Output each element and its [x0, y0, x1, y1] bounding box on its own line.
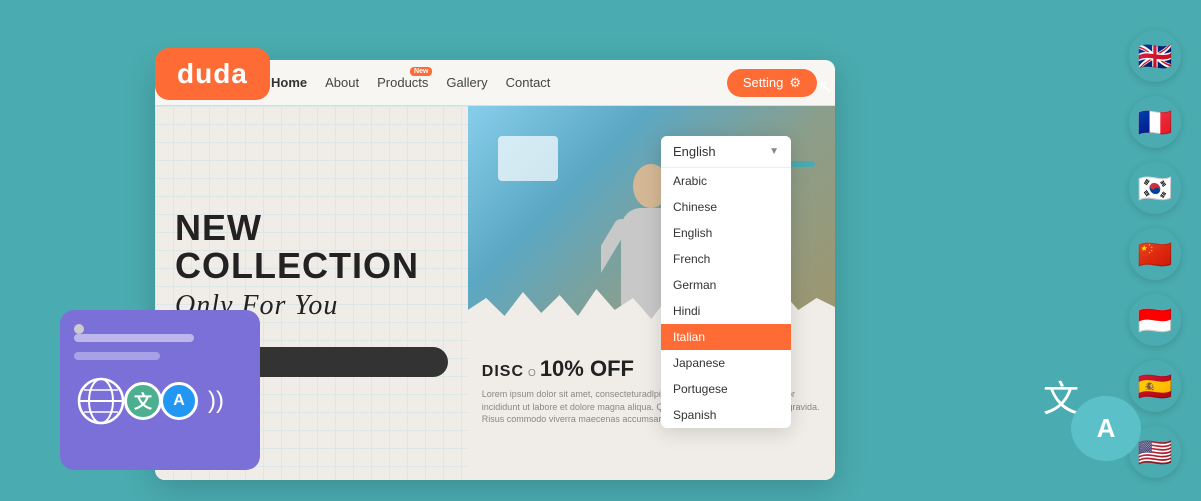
translate-icon-wrap: 文 A	[1011, 351, 1111, 441]
discount-percent: 10% OFF	[540, 356, 634, 382]
setting-button[interactable]: Setting ⚙ ↖	[727, 69, 817, 97]
nav-products-wrap[interactable]: Products New	[377, 75, 428, 90]
nav-products-badge: New	[410, 67, 432, 76]
widget-bar2	[74, 352, 160, 360]
dropdown-item-arabic[interactable]: Arabic	[661, 168, 791, 194]
globe-icon	[74, 374, 128, 428]
translate-a-icon: A	[1097, 413, 1116, 444]
uk-flag[interactable]: 🇬🇧	[1129, 30, 1181, 82]
duda-logo: duda	[155, 48, 270, 100]
nav-gallery[interactable]: Gallery	[446, 75, 487, 90]
nav-products[interactable]: Products	[377, 75, 428, 90]
cursor-icon: ↖	[818, 77, 833, 98]
dropdown-item-english[interactable]: English	[661, 220, 791, 246]
headline: NEW COLLECTION Only For You	[175, 209, 448, 322]
nav-contact[interactable]: Contact	[506, 75, 551, 90]
korea-flag[interactable]: 🇰🇷	[1129, 162, 1181, 214]
dropdown-item-french[interactable]: French	[661, 246, 791, 272]
nav-links: Home About Products New Gallery Contact	[271, 75, 550, 90]
translate-badge-blue: A	[160, 382, 198, 420]
dropdown-header[interactable]: English ▼	[661, 136, 791, 168]
gear-icon: ⚙	[789, 75, 801, 91]
setting-button-label: Setting	[743, 75, 783, 90]
widget-icons: 文 A ))	[74, 374, 246, 428]
left-widget: 文 A ))	[60, 310, 260, 470]
logo-text: duda	[177, 58, 248, 89]
photo-white-square	[498, 136, 558, 181]
widget-bar1	[74, 334, 194, 342]
flags-column: 🇬🇧 🇫🇷 🇰🇷 🇨🇳 🇮🇩 🇪🇸 🇺🇸	[1129, 30, 1181, 478]
translate-badge-green: 文	[124, 382, 162, 420]
dropdown-item-hindi[interactable]: Hindi	[661, 298, 791, 324]
translate-bubble-small: A	[1071, 396, 1141, 461]
sound-wave-icon: ))	[208, 387, 224, 415]
dropdown-item-portugese[interactable]: Portugese	[661, 376, 791, 402]
dropdown-item-spanish[interactable]: Spanish	[661, 402, 791, 428]
widget-dot	[74, 324, 84, 334]
dropdown-item-japanese[interactable]: Japanese	[661, 350, 791, 376]
dropdown-selected-label: English	[673, 144, 716, 159]
china-flag[interactable]: 🇨🇳	[1129, 228, 1181, 280]
dropdown-item-german[interactable]: German	[661, 272, 791, 298]
discount-title: DISC	[482, 363, 524, 381]
dropdown-item-italian[interactable]: Italian	[661, 324, 791, 350]
france-flag[interactable]: 🇫🇷	[1129, 96, 1181, 148]
headline-line2: COLLECTION	[175, 247, 448, 285]
dropdown-item-chinese[interactable]: Chinese	[661, 194, 791, 220]
headline-line1: NEW	[175, 209, 448, 247]
indonesia-flag[interactable]: 🇮🇩	[1129, 294, 1181, 346]
translate-bubble-main: 文 A	[1011, 351, 1111, 441]
language-dropdown[interactable]: English ▼ Arabic Chinese English French …	[661, 136, 791, 428]
spain-flag[interactable]: 🇪🇸	[1129, 360, 1181, 412]
nav-home[interactable]: Home	[271, 75, 307, 90]
dropdown-arrow-icon: ▼	[769, 146, 779, 157]
nav-about[interactable]: About	[325, 75, 359, 90]
